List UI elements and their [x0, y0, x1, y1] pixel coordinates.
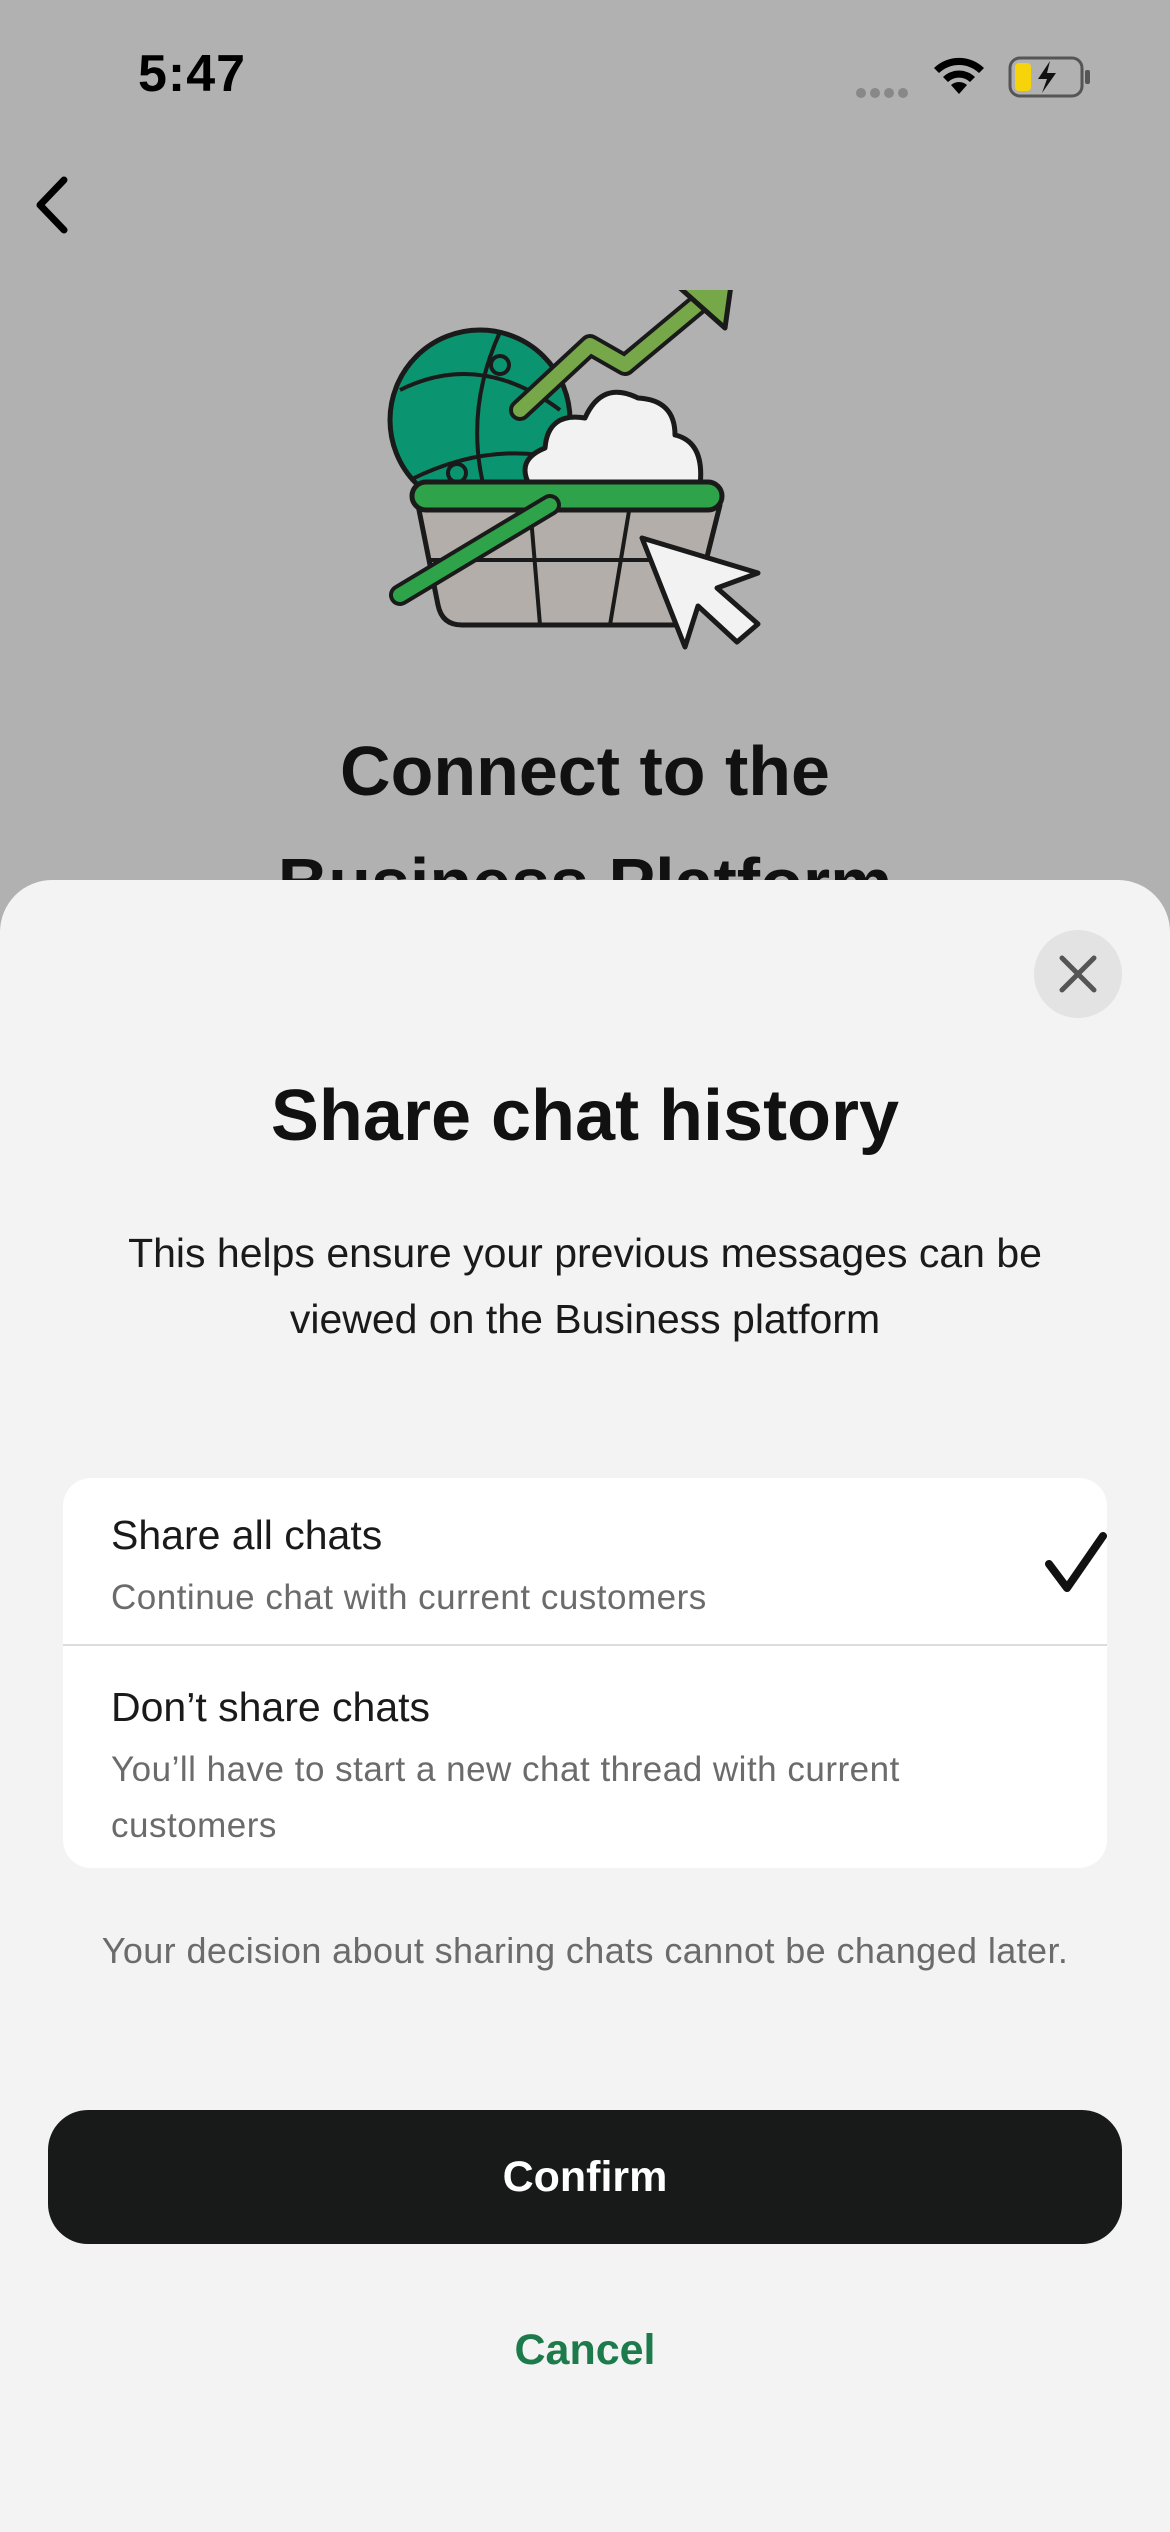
globe-cloud-basket-illustration — [387, 290, 761, 650]
status-time: 5:47 — [138, 45, 247, 103]
sheet-description: This helps ensure your previous messages… — [128, 1230, 1042, 1342]
option-subtitle: You’ll have to start a new chat thread w… — [111, 1750, 900, 1845]
share-chat-history-sheet: Share chat history This helps ensure you… — [0, 880, 1170, 2532]
confirm-button[interactable]: Confirm — [48, 2110, 1122, 2244]
option-title: Share all chats — [111, 1512, 383, 1558]
option-title: Don’t share chats — [111, 1684, 431, 1730]
status-bar: 5:47 — [0, 0, 1170, 150]
checkmark-icon — [1045, 1532, 1107, 1592]
background-title-line-1: Connect to the — [340, 732, 830, 810]
cancel-button[interactable]: Cancel — [385, 2300, 785, 2400]
back-button[interactable] — [20, 170, 90, 240]
option-dont-share-chats[interactable]: Don’t share chats You’ll have to start a… — [63, 1646, 1107, 1868]
close-button[interactable] — [1034, 930, 1122, 1018]
decision-note: Your decision about sharing chats cannot… — [101, 1930, 1069, 1971]
share-options-list: Share all chats Continue chat with curre… — [63, 1478, 1107, 1868]
cellular-signal-icon — [856, 88, 908, 98]
sheet-title: Share chat history — [270, 1076, 900, 1156]
wifi-icon — [934, 57, 984, 94]
option-share-all-chats[interactable]: Share all chats Continue chat with curre… — [63, 1478, 1107, 1646]
battery-charging-icon — [1008, 56, 1090, 98]
option-subtitle: Continue chat with current customers — [111, 1578, 707, 1617]
chevron-left-icon — [36, 176, 68, 234]
close-icon — [1059, 955, 1097, 993]
